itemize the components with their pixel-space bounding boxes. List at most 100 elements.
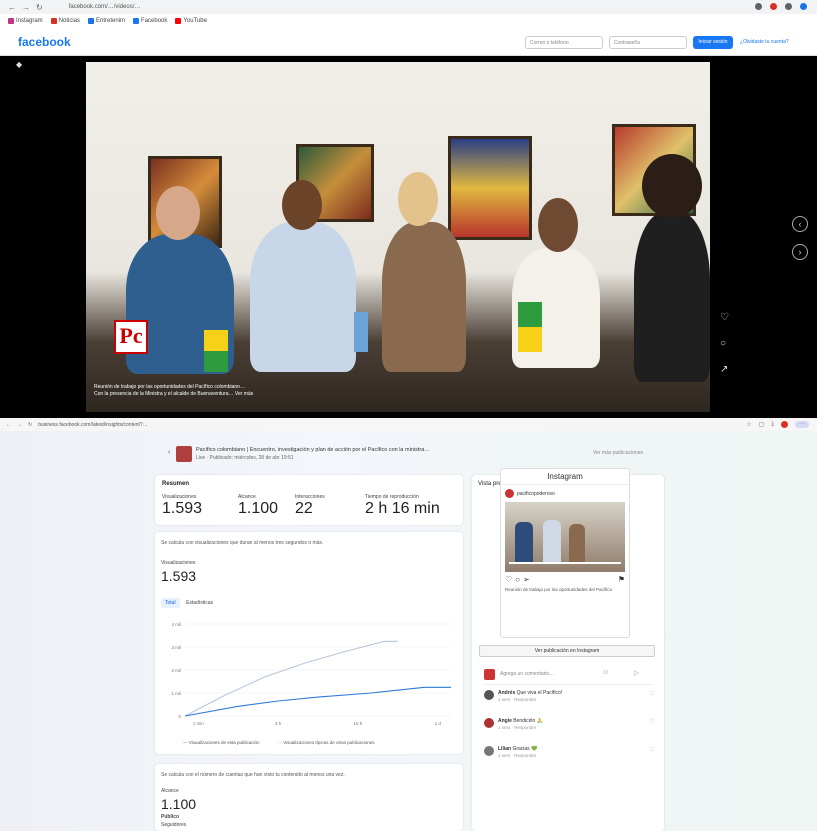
download-icon[interactable] xyxy=(785,3,792,10)
tab-total[interactable]: Total xyxy=(161,598,180,608)
bookmark-icon[interactable]: ⚑ xyxy=(618,575,625,584)
login-button[interactable]: Iniciar sesión xyxy=(693,36,733,49)
chart-legend: — Visualizaciones de esta publicación — … xyxy=(183,740,374,745)
x-tick-label: 1 min xyxy=(193,721,205,726)
send-icon[interactable]: ▷ xyxy=(634,669,639,677)
send-icon[interactable]: ➢ xyxy=(523,575,530,584)
previous-icon[interactable]: ‹ xyxy=(792,216,808,232)
metric: Tiempo de reproducción 2 h 16 min xyxy=(365,494,440,518)
instagram-caption: Reunión de trabajo por las oportunidades… xyxy=(505,587,613,592)
heart-icon[interactable]: ♡ xyxy=(505,575,512,584)
reload-icon[interactable]: ↻ xyxy=(28,422,32,428)
views-label: Visualizaciones xyxy=(161,560,196,566)
x-tick-label: 15 h xyxy=(354,721,363,726)
extension-icon[interactable]: ▢ xyxy=(759,421,765,428)
page-avatar xyxy=(484,669,495,680)
next-icon[interactable]: › xyxy=(792,244,808,260)
comment-meta[interactable]: 1 sem · Responder xyxy=(498,753,536,758)
comment-icon[interactable]: ○ xyxy=(515,575,520,584)
person xyxy=(634,212,710,382)
back-icon[interactable]: ← xyxy=(8,3,16,12)
bookmark-item[interactable]: Noticias xyxy=(50,18,80,24)
emoji-icon[interactable]: ☺ xyxy=(602,669,609,676)
heart-icon[interactable]: ♡ xyxy=(649,718,654,725)
avatar xyxy=(484,718,494,728)
star-icon[interactable]: ☆ xyxy=(746,421,751,428)
comment-text: Angie Bendición 🙏 xyxy=(498,718,543,724)
y-tick-label: 3 mil xyxy=(171,645,181,650)
download-icon[interactable]: ⤓ xyxy=(771,421,774,428)
extension-icon[interactable] xyxy=(755,3,762,10)
video-progress-bar[interactable] xyxy=(509,562,621,564)
comment-box: Agrega un comentario… ☺ ▷ xyxy=(484,667,654,685)
back-arrow-icon[interactable]: ◆ xyxy=(16,60,22,69)
y-tick-label: 2 mil xyxy=(171,668,181,673)
profile-icon[interactable] xyxy=(781,421,788,428)
metric-value: 22 xyxy=(295,500,313,517)
like-icon[interactable]: ♡ xyxy=(720,312,729,323)
profile-icon[interactable] xyxy=(800,3,807,10)
person xyxy=(398,172,438,226)
comment-meta[interactable]: 1 sem · Responder xyxy=(498,697,536,702)
post-subtitle: Live · Publicado: miércoles, 28 de abr 1… xyxy=(196,455,294,461)
reload-icon[interactable]: ↻ xyxy=(36,3,43,12)
flag xyxy=(354,312,368,352)
instagram-preview: Instagram pacificopoderoso ♡ ○ ➢ ⚑ Reuni… xyxy=(500,468,630,638)
recording-icon[interactable] xyxy=(770,3,777,10)
y-tick-label: 1 mil xyxy=(171,691,181,696)
back-arrow-icon[interactable]: ‹ xyxy=(168,449,170,456)
views-value: 1.593 xyxy=(161,568,197,584)
facebook-logo[interactable]: facebook xyxy=(18,35,71,49)
avatar xyxy=(505,489,514,498)
forgot-account-link[interactable]: ¿Olvidaste tu cuenta? xyxy=(740,39,789,45)
more-posts-link[interactable]: Ver más publicaciones xyxy=(593,450,643,456)
bookmark-item[interactable]: Instagram xyxy=(8,18,43,24)
views-line-chart: 0 1 mil 2 mil 3 mil 4 mil 1 min 3 h 15 h 1 d xyxy=(171,622,451,726)
instagram-user: pacificopoderoso xyxy=(501,485,629,502)
heart-icon[interactable]: ♡ xyxy=(649,746,654,753)
person xyxy=(569,524,585,564)
reach-card: Se calcula con el número de cuentas que … xyxy=(155,764,463,831)
video-player[interactable]: Pc Reunión de trabajo por las oportunida… xyxy=(86,62,710,412)
metric: Visualizaciones 1.593 xyxy=(162,494,202,518)
address-bar[interactable]: business.facebook.com/latest/insights/co… xyxy=(38,422,148,428)
video-caption: Reunión de trabajo por las oportunidades… xyxy=(94,384,404,398)
comment-input[interactable]: Agrega un comentario… xyxy=(500,671,554,677)
audience-label: Público xyxy=(161,814,180,820)
email-field[interactable]: Correo o teléfono xyxy=(525,36,603,49)
back-icon[interactable]: ← xyxy=(6,422,11,428)
comment-icon[interactable]: ○ xyxy=(720,338,726,349)
views-tabs: Total Estadísticas xyxy=(161,596,217,608)
instagram-image[interactable] xyxy=(505,502,625,572)
sync-pill[interactable]: ··· xyxy=(795,421,809,428)
heart-icon[interactable]: ♡ xyxy=(649,690,654,697)
bookmark-item[interactable]: YouTube xyxy=(175,18,207,24)
comment-text: Andrés Que viva el Pacífico! xyxy=(498,690,563,696)
series-line xyxy=(184,640,398,717)
view-on-instagram-button[interactable]: Ver publicación en Instagram xyxy=(479,645,655,657)
caption-line: Reunión de trabajo por las oportunidades… xyxy=(94,384,245,390)
person xyxy=(642,154,702,218)
x-tick-label: 1 d xyxy=(435,721,442,726)
metric-value: 1.593 xyxy=(162,500,203,517)
y-tick-label: 4 mil xyxy=(171,622,181,627)
facebook-header: facebook Correo o teléfono Contraseña In… xyxy=(0,28,817,56)
summary-card: Resumen Visualizaciones 1.593 Alcance 1.… xyxy=(155,475,463,525)
browser-toolbar: ← → ↻ facebook.com/…/videos/… xyxy=(0,0,817,14)
x-tick-label: 3 h xyxy=(275,721,282,726)
caption-line[interactable]: Con la presencia de la Ministra y el alc… xyxy=(94,391,404,398)
comment-meta[interactable]: 1 sem · Responder xyxy=(498,725,536,730)
person xyxy=(538,198,578,252)
bookmark-item[interactable]: Facebook xyxy=(133,18,167,24)
forward-icon[interactable]: → xyxy=(22,3,30,12)
forward-icon[interactable]: → xyxy=(17,422,22,428)
reach-label: Alcance xyxy=(161,788,179,794)
password-field[interactable]: Contraseña xyxy=(609,36,687,49)
post-thumbnail xyxy=(176,446,192,462)
instagram-actions: ♡ ○ ➢ ⚑ xyxy=(501,572,629,587)
post-title: Pacífico colombiano | Encuentro, investi… xyxy=(196,447,430,453)
share-icon[interactable]: ↗ xyxy=(720,364,728,375)
address-bar[interactable]: facebook.com/…/videos/… xyxy=(69,4,141,10)
bookmark-item[interactable]: Entretenim xyxy=(88,18,125,24)
tab-stats[interactable]: Estadísticas xyxy=(182,598,217,608)
